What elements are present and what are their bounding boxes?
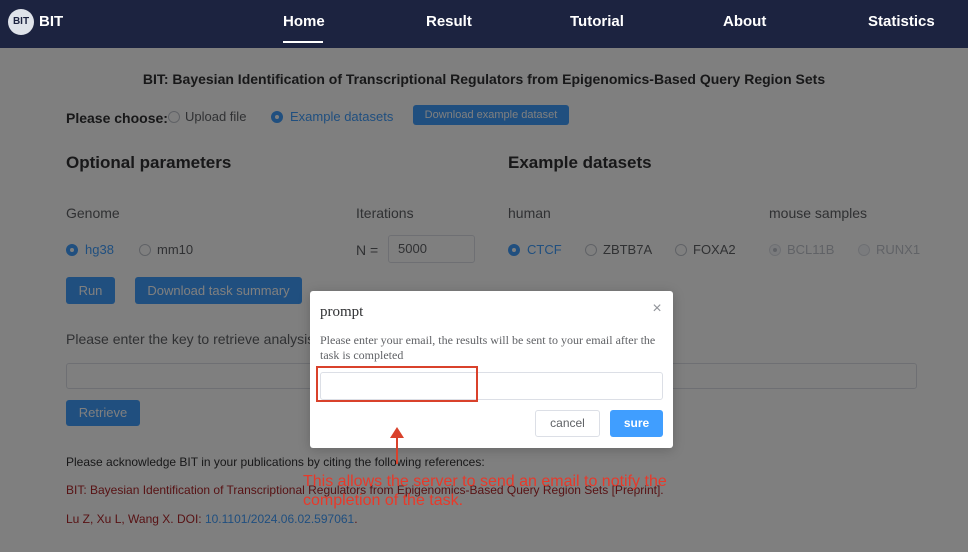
nav-statistics[interactable]: Statistics (868, 13, 935, 30)
close-icon[interactable]: × (650, 300, 664, 318)
nav-tutorial[interactable]: Tutorial (570, 13, 624, 30)
bit-logo-icon[interactable]: BIT (8, 9, 34, 35)
annotation-text: This allows the server to send an email … (303, 473, 667, 509)
sure-button[interactable]: sure (610, 410, 663, 437)
top-navbar: BIT BIT Home Result Tutorial About Stati… (0, 0, 968, 48)
nav-active-indicator (283, 41, 323, 43)
nav-result[interactable]: Result (426, 13, 472, 30)
nav-about[interactable]: About (723, 13, 766, 30)
cancel-button[interactable]: cancel (535, 410, 600, 437)
brand-name[interactable]: BIT (39, 13, 63, 30)
dialog-message: Please enter your email, the results wil… (320, 333, 656, 362)
arrow-shaft (396, 437, 398, 464)
nav-home[interactable]: Home (283, 13, 325, 30)
dialog-title: prompt (320, 304, 364, 320)
email-input-highlight-box (316, 366, 478, 402)
